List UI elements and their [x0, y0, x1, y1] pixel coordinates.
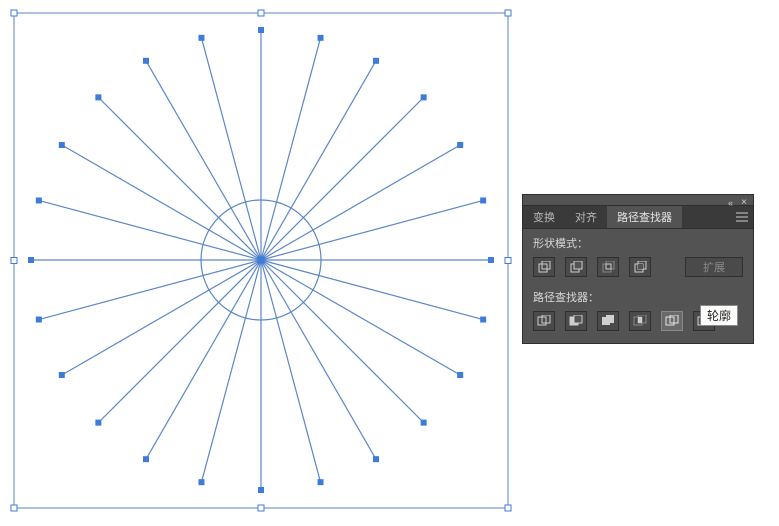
pathfinders-label: 路径查找器： [533, 289, 743, 305]
intersect-icon[interactable] [597, 257, 619, 277]
exclude-icon[interactable] [629, 257, 651, 277]
merge-icon[interactable] [597, 311, 619, 331]
tab-align[interactable]: 对齐 [565, 206, 607, 228]
expand-button: 扩展 [685, 257, 743, 277]
panel-menu-icon[interactable] [731, 206, 753, 228]
shape-modes-section: 形状模式： 扩展 [523, 229, 753, 289]
panel-tabs: 变换 对齐 路径查找器 [523, 206, 753, 229]
tab-pathfinder[interactable]: 路径查找器 [607, 206, 682, 228]
tooltip-outline: 轮廓 [700, 305, 738, 326]
outline-icon[interactable] [661, 311, 683, 331]
collapse-icon[interactable] [728, 198, 733, 208]
divide-icon[interactable] [533, 311, 555, 331]
tab-transform[interactable]: 变换 [523, 206, 565, 228]
panel-header [523, 195, 753, 206]
trim-icon[interactable] [565, 311, 587, 331]
close-icon[interactable] [741, 197, 747, 208]
crop-icon[interactable] [629, 311, 651, 331]
shape-modes-label: 形状模式： [533, 235, 743, 251]
minus-front-icon[interactable] [565, 257, 587, 277]
unite-icon[interactable] [533, 257, 555, 277]
